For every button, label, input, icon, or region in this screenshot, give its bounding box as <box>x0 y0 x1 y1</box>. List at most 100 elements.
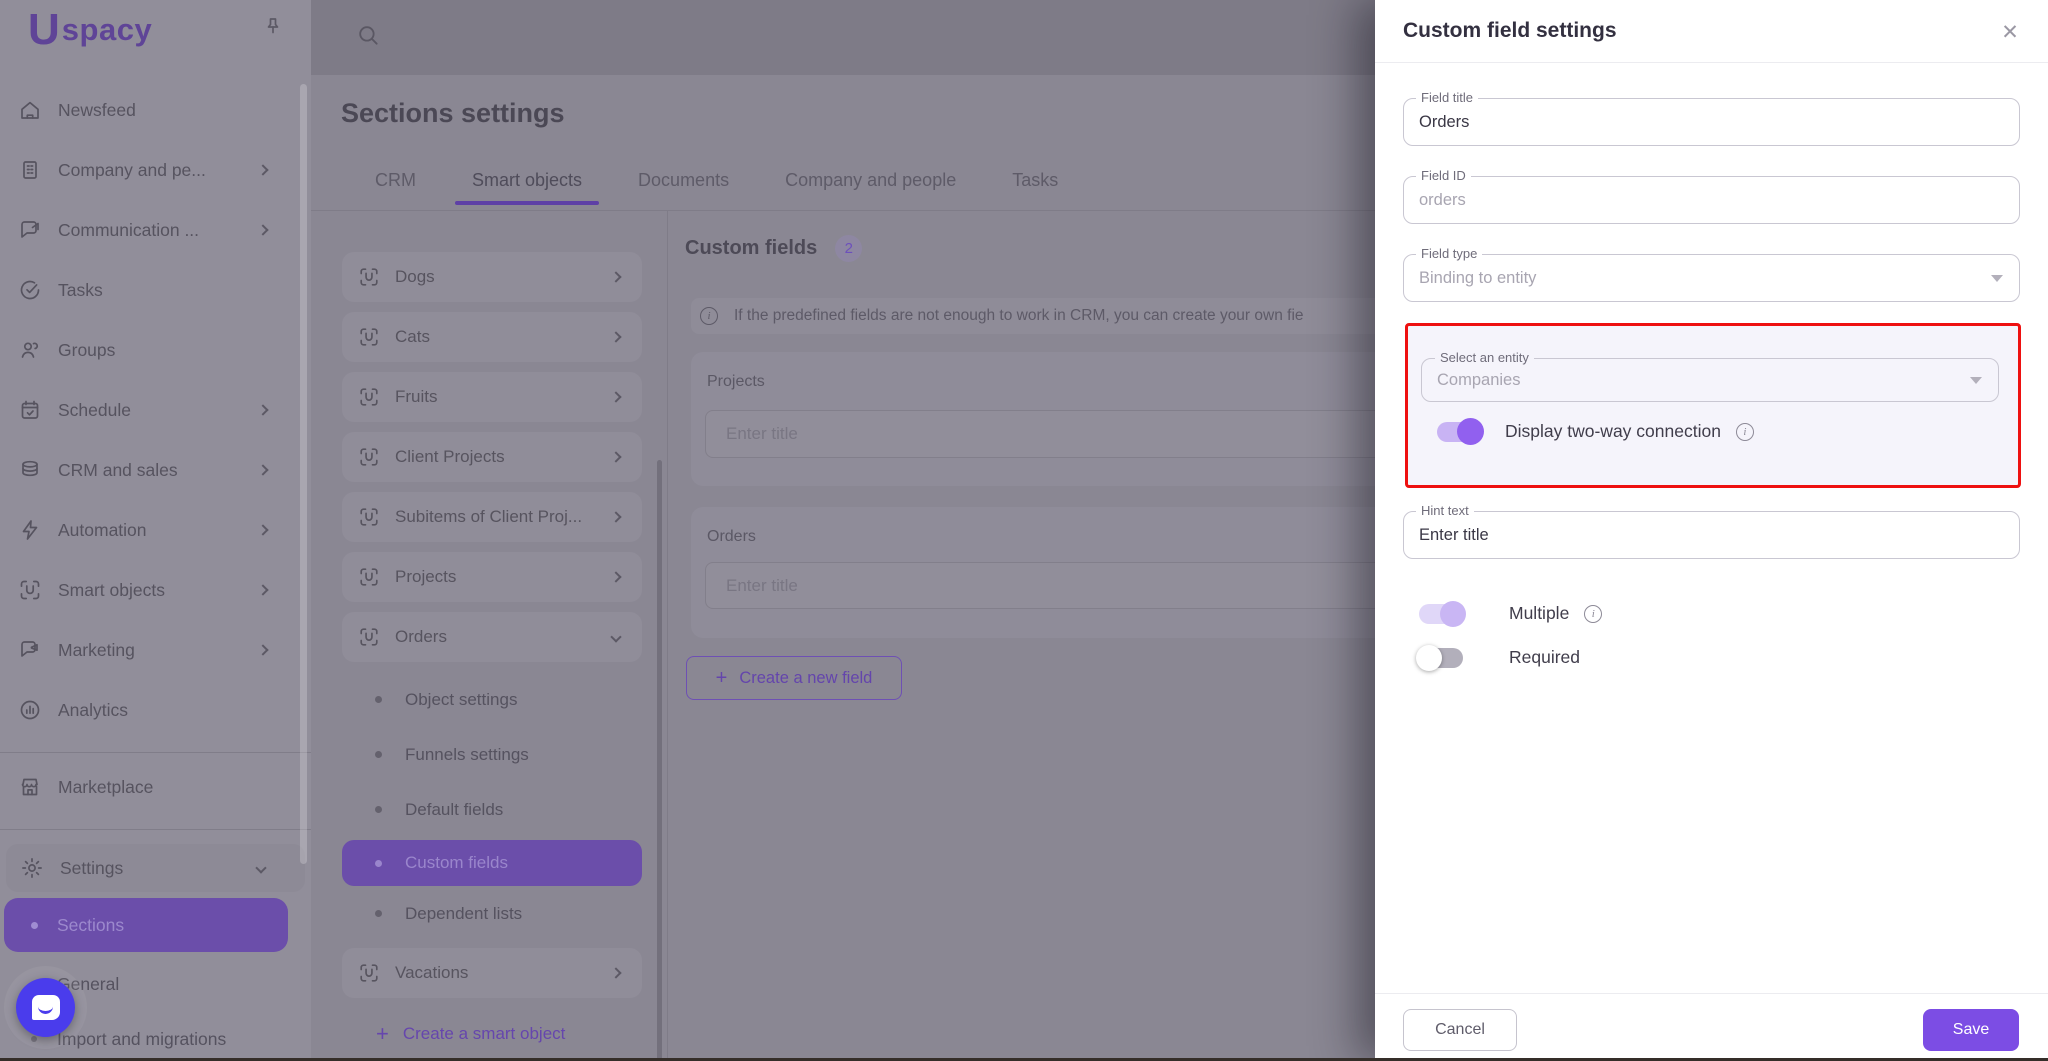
sidebar-item-label: Smart objects <box>58 580 165 601</box>
sidebar-item-label: Tasks <box>58 280 103 301</box>
tabs-bar: CRM Smart objects Documents Company and … <box>358 170 1097 205</box>
info-icon[interactable]: i <box>1584 605 1602 623</box>
chevron-right-icon <box>610 511 621 522</box>
field-title-value: Orders <box>1404 99 2019 145</box>
sidebar-item-tasks[interactable]: Tasks <box>0 266 311 314</box>
orders-child-custom-fields-selected[interactable]: Custom fields <box>342 840 642 886</box>
orders-child-object-settings[interactable]: Object settings <box>330 672 667 727</box>
chevron-right-icon <box>610 571 621 582</box>
smart-object-item-cats[interactable]: Cats <box>342 312 642 362</box>
hint-text-input[interactable]: Hint text Enter title <box>1403 511 2020 559</box>
sidebar-item-marketing[interactable]: Marketing <box>0 626 311 674</box>
dropdown-caret-icon <box>1970 377 1982 384</box>
save-button[interactable]: Save <box>1923 1009 2019 1051</box>
select-entity-select[interactable]: Select an entity Companies <box>1421 358 1999 402</box>
required-toggle[interactable] <box>1419 648 1463 668</box>
chevron-right-icon <box>257 224 268 235</box>
chevron-right-icon <box>610 451 621 462</box>
hint-text-value: Enter title <box>1404 512 2019 558</box>
smart-object-label: Projects <box>395 567 456 587</box>
two-way-connection-toggle[interactable] <box>1437 422 1481 442</box>
chat-launcher-button[interactable] <box>16 978 75 1037</box>
cancel-button[interactable]: Cancel <box>1403 1009 1517 1051</box>
smart-object-item-client-projects[interactable]: Client Projects <box>342 432 642 482</box>
chevron-right-icon <box>610 967 621 978</box>
panel-title: Custom fields <box>685 237 817 260</box>
search-icon[interactable] <box>355 22 381 48</box>
sidebar-item-label: Analytics <box>58 700 128 721</box>
smart-object-item-dogs[interactable]: Dogs <box>342 252 642 302</box>
info-icon: i <box>700 307 718 325</box>
field-card-label: Projects <box>707 373 765 391</box>
required-row: Required <box>1419 647 1580 668</box>
sidebar-item-groups[interactable]: Groups <box>0 326 311 374</box>
smart-object-label: Cats <box>395 327 430 347</box>
field-card-label: Orders <box>707 528 756 546</box>
field-type-select[interactable]: Field type Binding to entity <box>1403 254 2020 302</box>
sidebar-item-marketplace[interactable]: Marketplace <box>0 763 311 811</box>
highlighted-entity-group: Select an entity Companies Display two-w… <box>1405 323 2021 488</box>
tab-company-and-people[interactable]: Company and people <box>768 170 973 205</box>
sidebar-item-company-and-people[interactable]: Company and pe... <box>0 146 311 194</box>
smart-object-item-subitems[interactable]: Subitems of Client Proj... <box>342 492 642 542</box>
analytics-icon <box>18 698 42 722</box>
smart-object-item-fruits[interactable]: Fruits <box>342 372 642 422</box>
close-icon[interactable]: ✕ <box>1996 18 2024 46</box>
sidebar-item-analytics[interactable]: Analytics <box>0 686 311 734</box>
smart-objects-list: Dogs Cats Fruits Client Projects Subitem… <box>330 211 667 1061</box>
multiple-toggle[interactable] <box>1419 604 1463 624</box>
tab-crm[interactable]: CRM <box>358 170 433 205</box>
gear-icon <box>20 856 44 880</box>
create-new-field-button[interactable]: + Create a new field <box>686 656 902 700</box>
chevron-right-icon <box>257 584 268 595</box>
smart-object-item-projects[interactable]: Projects <box>342 552 642 602</box>
subnav-scrollbar[interactable] <box>657 460 662 1061</box>
tab-smart-objects[interactable]: Smart objects <box>455 170 599 205</box>
pin-sidebar-icon[interactable] <box>261 16 285 40</box>
smart-object-icon <box>358 506 380 528</box>
sidebar-item-settings[interactable]: Settings <box>6 844 305 892</box>
info-text: If the predefined fields are not enough … <box>734 307 1304 325</box>
sidebar-subitem-label: Sections <box>57 915 124 936</box>
field-title-input[interactable]: Field title Orders <box>1403 98 2020 146</box>
orders-child-label: Dependent lists <box>405 904 522 924</box>
tab-tasks[interactable]: Tasks <box>995 170 1075 205</box>
check-circle-icon <box>18 278 42 302</box>
sidebar-item-sections-selected[interactable]: Sections <box>4 898 288 952</box>
bullet-icon <box>31 922 38 929</box>
sidebar-item-label: Marketing <box>58 640 135 661</box>
field-title-label: Field title <box>1416 90 1478 105</box>
sidebar-item-schedule[interactable]: Schedule <box>0 386 311 434</box>
smart-object-item-vacations[interactable]: Vacations <box>342 948 642 998</box>
info-icon[interactable]: i <box>1736 423 1754 441</box>
database-icon <box>18 458 42 482</box>
sidebar-item-automation[interactable]: Automation <box>0 506 311 554</box>
multiple-row: Multiple i <box>1419 603 1602 624</box>
create-smart-object-button[interactable]: + Create a smart object <box>376 1010 667 1058</box>
smart-object-item-orders-expanded[interactable]: Orders <box>342 612 642 662</box>
tab-documents[interactable]: Documents <box>621 170 746 205</box>
two-way-connection-row: Display two-way connection i <box>1437 421 1754 442</box>
select-entity-label: Select an entity <box>1435 350 1534 365</box>
chevron-right-icon <box>257 404 268 415</box>
sidebar-item-label: Schedule <box>58 400 131 421</box>
smart-object-label: Client Projects <box>395 447 505 467</box>
storefront-icon <box>18 775 42 799</box>
sidebar-item-communication[interactable]: Communication ... <box>0 206 311 254</box>
orders-child-funnels-settings[interactable]: Funnels settings <box>330 727 667 782</box>
sidebar-item-newsfeed[interactable]: Newsfeed <box>0 86 311 134</box>
chevron-down-icon <box>610 631 621 642</box>
orders-child-dependent-lists[interactable]: Dependent lists <box>330 886 667 941</box>
sidebar-item-crm-and-sales[interactable]: CRM and sales <box>0 446 311 494</box>
bullet-icon <box>375 860 382 867</box>
sidebar-item-smart-objects[interactable]: Smart objects <box>0 566 311 614</box>
field-id-label: Field ID <box>1416 168 1471 183</box>
field-id-value: orders <box>1404 177 2019 223</box>
custom-fields-panel: Custom fields 2 i If the predefined fiel… <box>668 211 1375 1061</box>
smart-object-icon <box>358 446 380 468</box>
orders-child-default-fields[interactable]: Default fields <box>330 782 667 837</box>
sidebar-scrollbar[interactable] <box>300 84 307 864</box>
field-type-label: Field type <box>1416 246 1482 261</box>
field-id-input[interactable]: Field ID orders <box>1403 176 2020 224</box>
sidebar-item-label: Automation <box>58 520 147 541</box>
